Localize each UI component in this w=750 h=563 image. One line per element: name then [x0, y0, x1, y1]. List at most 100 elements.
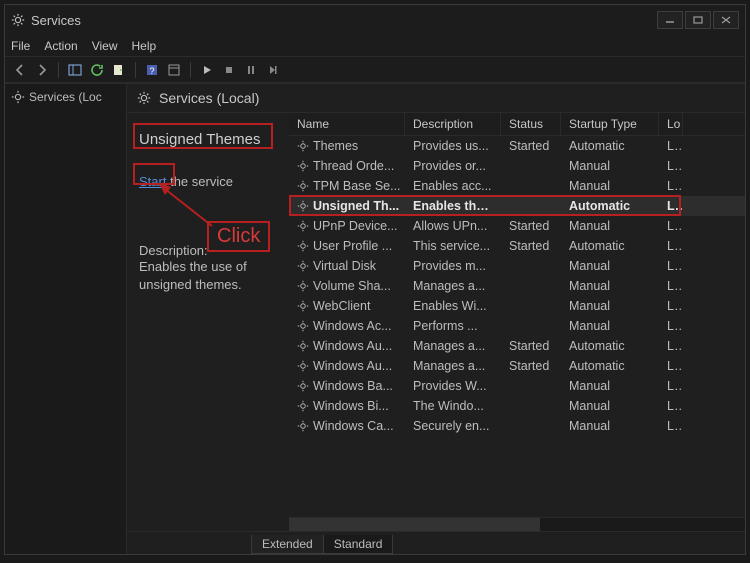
cell-logon: Lc: [659, 417, 683, 435]
cell-name: Windows Ac...: [289, 317, 405, 335]
service-row[interactable]: Windows Ba...Provides W...ManualLc: [289, 376, 745, 396]
service-row[interactable]: Windows Au...Manages a...StartedAutomati…: [289, 336, 745, 356]
service-row[interactable]: UPnP Device...Allows UPn...StartedManual…: [289, 216, 745, 236]
service-list: Name Description Status Startup Type Lo …: [289, 113, 745, 531]
cell-name: UPnP Device...: [289, 217, 405, 235]
cell-logon: Lc: [659, 337, 683, 355]
cell-status: Started: [501, 237, 561, 255]
cell-logon: Lc: [659, 377, 683, 395]
cell-description: Manages a...: [405, 357, 501, 375]
service-row[interactable]: Thread Orde...Provides or...ManualLc: [289, 156, 745, 176]
col-startup[interactable]: Startup Type: [561, 113, 659, 135]
cell-status: [501, 384, 561, 388]
export-button[interactable]: [110, 61, 128, 79]
cell-logon: Lc: [659, 237, 683, 255]
service-row[interactable]: TPM Base Se...Enables acc...ManualLc: [289, 176, 745, 196]
cell-name: WebClient: [289, 297, 405, 315]
start-service-button[interactable]: [198, 61, 216, 79]
cell-status: Started: [501, 357, 561, 375]
cell-status: Started: [501, 217, 561, 235]
col-description[interactable]: Description: [405, 113, 501, 135]
cell-logon: Lc: [659, 317, 683, 335]
cell-startup: Manual: [561, 157, 659, 175]
back-button[interactable]: [11, 61, 29, 79]
tab-extended[interactable]: Extended: [251, 535, 324, 554]
col-logon[interactable]: Lo: [659, 113, 683, 135]
show-hide-button[interactable]: [66, 61, 84, 79]
cell-logon: Lc: [659, 137, 683, 155]
menu-action[interactable]: Action: [44, 39, 77, 53]
cell-status: [501, 324, 561, 328]
cell-status: Started: [501, 337, 561, 355]
minimize-button[interactable]: [657, 11, 683, 29]
service-row[interactable]: Windows Bi...The Windo...ManualLc: [289, 396, 745, 416]
svg-text:?: ?: [149, 66, 154, 76]
services-window: Services File Action View Help ? Service…: [4, 4, 746, 555]
right-pane-heading: Services (Local): [127, 84, 745, 113]
tree-item-services-local[interactable]: Services (Loc: [9, 88, 122, 106]
menu-view[interactable]: View: [92, 39, 118, 53]
close-button[interactable]: [713, 11, 739, 29]
cell-startup: Manual: [561, 377, 659, 395]
horizontal-scrollbar[interactable]: [289, 517, 745, 531]
col-name[interactable]: Name: [289, 113, 405, 135]
stop-service-button[interactable]: [220, 61, 238, 79]
title-bar[interactable]: Services: [5, 5, 745, 35]
menu-file[interactable]: File: [11, 39, 30, 53]
cell-name: TPM Base Se...: [289, 177, 405, 195]
cell-description: This service...: [405, 237, 501, 255]
service-row[interactable]: Unsigned Th...Enables the...AutomaticLc: [289, 196, 745, 216]
cell-logon: Lc: [659, 277, 683, 295]
service-row[interactable]: User Profile ...This service...StartedAu…: [289, 236, 745, 256]
forward-button[interactable]: [33, 61, 51, 79]
service-row[interactable]: Windows Ac...Performs ...ManualLc: [289, 316, 745, 336]
start-service-link[interactable]: Start: [139, 174, 166, 189]
heading-text: Services (Local): [159, 90, 259, 106]
cell-description: Provides m...: [405, 257, 501, 275]
scrollbar-thumb[interactable]: [289, 518, 540, 531]
pause-service-button[interactable]: [242, 61, 260, 79]
cell-startup: Manual: [561, 417, 659, 435]
gear-icon: [11, 90, 25, 104]
cell-name: Windows Au...: [289, 357, 405, 375]
cell-description: The Windo...: [405, 397, 501, 415]
tab-standard[interactable]: Standard: [323, 535, 394, 554]
cell-name: Windows Ca...: [289, 417, 405, 435]
cell-description: Provides W...: [405, 377, 501, 395]
service-row[interactable]: Volume Sha...Manages a...ManualLc: [289, 276, 745, 296]
menu-bar: File Action View Help: [5, 35, 745, 57]
cell-status: Started: [501, 137, 561, 155]
tree-pane[interactable]: Services (Loc: [5, 84, 127, 554]
cell-status: [501, 404, 561, 408]
gear-icon: [11, 13, 25, 27]
toolbar-divider: [135, 62, 136, 78]
cell-status: [501, 284, 561, 288]
help-button[interactable]: ?: [143, 61, 161, 79]
list-body[interactable]: ThemesProvides us...StartedAutomaticLcTh…: [289, 136, 745, 517]
service-row[interactable]: ThemesProvides us...StartedAutomaticLc: [289, 136, 745, 156]
start-service-text: the service: [166, 174, 232, 189]
refresh-button[interactable]: [88, 61, 106, 79]
restart-service-button[interactable]: [264, 61, 282, 79]
view-tabs: Extended Standard: [127, 532, 745, 554]
col-status[interactable]: Status: [501, 113, 561, 135]
cell-description: Manages a...: [405, 337, 501, 355]
service-row[interactable]: Windows Au...Manages a...StartedAutomati…: [289, 356, 745, 376]
cell-startup: Manual: [561, 297, 659, 315]
cell-status: [501, 204, 561, 208]
service-row[interactable]: WebClientEnables Wi...ManualLc: [289, 296, 745, 316]
cell-startup: Manual: [561, 397, 659, 415]
maximize-button[interactable]: [685, 11, 711, 29]
list-header[interactable]: Name Description Status Startup Type Lo: [289, 113, 745, 136]
service-row[interactable]: Windows Ca...Securely en...ManualLc: [289, 416, 745, 436]
menu-help[interactable]: Help: [132, 39, 157, 53]
cell-startup: Automatic: [561, 197, 659, 215]
properties-button[interactable]: [165, 61, 183, 79]
detail-pane: Unsigned Themes Start the service Descri…: [127, 113, 289, 531]
cell-logon: Lc: [659, 357, 683, 375]
toolbar: ?: [5, 57, 745, 83]
cell-description: Enables the...: [405, 197, 501, 215]
service-row[interactable]: Virtual DiskProvides m...ManualLc: [289, 256, 745, 276]
cell-logon: Lc: [659, 217, 683, 235]
cell-description: Manages a...: [405, 277, 501, 295]
